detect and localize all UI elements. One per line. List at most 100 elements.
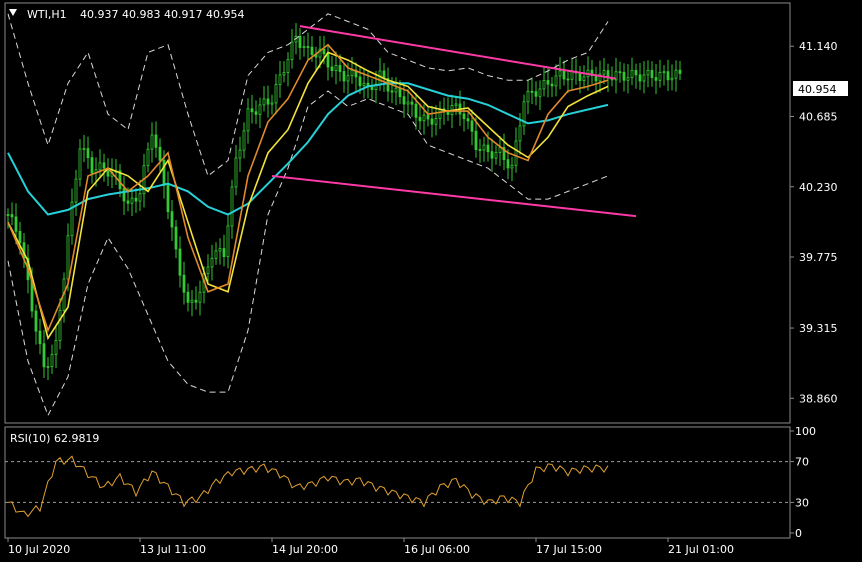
- candle-body: [634, 69, 638, 76]
- candle-body: [74, 178, 78, 203]
- candle-body: [642, 74, 646, 82]
- candle-body: [342, 71, 346, 82]
- candle-body: [394, 87, 398, 93]
- price-tick-label: 39.315: [799, 322, 838, 335]
- candle-body: [558, 70, 562, 77]
- candle-body: [270, 102, 274, 105]
- candle-body: [538, 88, 542, 97]
- candle-body: [158, 146, 162, 161]
- candle-body: [170, 211, 174, 228]
- chart-background: [0, 0, 862, 558]
- candle-body: [58, 309, 62, 341]
- candle-body: [102, 162, 106, 169]
- candle-body: [362, 82, 366, 87]
- candle-body: [398, 87, 402, 98]
- price-tick-label: 38.860: [799, 392, 838, 405]
- candle-body: [278, 74, 282, 85]
- candle-body: [18, 230, 22, 244]
- candle-body: [562, 70, 566, 80]
- candle-body: [670, 77, 674, 81]
- candle-body: [150, 134, 154, 150]
- candle-body: [230, 186, 234, 227]
- candle-body: [90, 157, 94, 174]
- candle-body: [490, 151, 494, 159]
- candle-body: [50, 353, 54, 367]
- candle-body: [10, 214, 14, 218]
- rsi-tick-label: 70: [795, 456, 809, 469]
- candle-body: [474, 130, 478, 150]
- time-tick-label: 16 Jul 06:00: [404, 543, 470, 556]
- candle-body: [498, 147, 502, 153]
- candle-body: [162, 159, 166, 186]
- candle-body: [242, 130, 246, 151]
- candle-body: [206, 266, 210, 274]
- candle-body: [678, 69, 682, 74]
- candle-body: [306, 46, 310, 48]
- candle-body: [346, 75, 350, 82]
- price-tick-label: 40.685: [799, 110, 838, 123]
- candle-body: [486, 144, 490, 153]
- candle-body: [82, 148, 86, 151]
- candle-body: [338, 65, 342, 72]
- candle-body: [302, 46, 306, 48]
- candle-body: [334, 65, 338, 71]
- candle-body: [174, 226, 178, 250]
- candle-body: [310, 46, 314, 55]
- candle-body: [178, 248, 182, 276]
- candle-body: [530, 90, 534, 93]
- candle-body: [478, 149, 482, 151]
- candle-body: [534, 91, 538, 97]
- candle-body: [130, 197, 134, 204]
- rsi-tick-label: 0: [795, 527, 802, 540]
- candle-body: [194, 299, 198, 303]
- candle-body: [666, 71, 670, 81]
- candle-body: [622, 71, 626, 81]
- candle-body: [210, 257, 214, 268]
- candle-body: [330, 66, 334, 71]
- candle-body: [38, 330, 42, 345]
- chart-window[interactable]: 41.140 40.685 40.230 39.775 39.315 38.860 100…: [0, 0, 862, 558]
- price-tick-label: 39.775: [799, 251, 838, 264]
- candle-body: [222, 248, 226, 258]
- candle-body: [510, 164, 514, 169]
- candle-body: [526, 90, 530, 103]
- candle-body: [602, 70, 606, 75]
- candle-body: [326, 53, 330, 68]
- candle-body: [146, 148, 150, 167]
- candle-body: [6, 214, 10, 216]
- candle-body: [138, 193, 142, 202]
- candle-body: [238, 149, 242, 159]
- candle-body: [470, 120, 474, 132]
- candle-body: [370, 86, 374, 90]
- chart-canvas[interactable]: 41.140 40.685 40.230 39.775 39.315 38.860 100…: [0, 0, 862, 558]
- price-tick-label: 40.230: [799, 181, 838, 194]
- ohlc-values: 40.937 40.983 40.917 40.954: [80, 8, 244, 21]
- time-tick-label: 14 Jul 20:00: [272, 543, 338, 556]
- candle-body: [78, 148, 82, 180]
- candle-body: [246, 108, 250, 132]
- candle-body: [86, 148, 90, 159]
- candle-body: [662, 71, 666, 74]
- candle-body: [262, 98, 266, 106]
- candle-body: [122, 188, 126, 202]
- candle-body: [550, 83, 554, 87]
- candle-body: [438, 108, 442, 119]
- candle-body: [582, 76, 586, 82]
- candle-body: [434, 118, 438, 125]
- candle-body: [290, 41, 294, 60]
- candle-body: [54, 339, 58, 355]
- current-price-value: 40.954: [798, 83, 837, 96]
- candle-body: [358, 76, 362, 87]
- candle-body: [234, 157, 238, 188]
- candle-body: [650, 69, 654, 78]
- candle-body: [462, 113, 466, 120]
- candle-body: [322, 48, 326, 55]
- candle-body: [282, 72, 286, 76]
- price-tick-label: 41.140: [799, 40, 838, 53]
- candle-body: [506, 159, 510, 169]
- candle-body: [546, 80, 550, 85]
- candle-body: [402, 96, 406, 105]
- candle-body: [406, 101, 410, 105]
- candle-body: [154, 134, 158, 148]
- candle-body: [630, 69, 634, 79]
